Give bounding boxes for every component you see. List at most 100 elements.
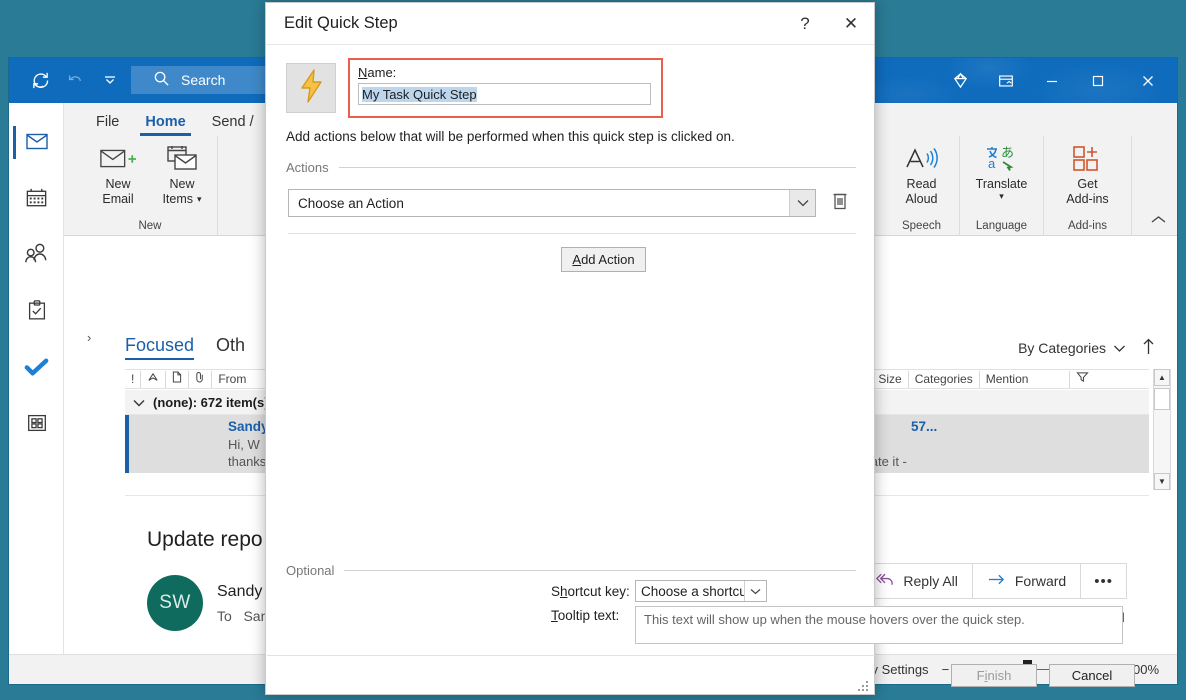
read-aloud-label-1: Read — [906, 177, 937, 191]
chevron-down-icon[interactable] — [133, 395, 145, 410]
dialog-titlebar: Edit Quick Step ? ✕ — [266, 3, 874, 45]
more-actions-icon: ••• — [1094, 572, 1113, 590]
section-rule — [338, 166, 856, 168]
ribbon-group-label-language: Language — [975, 220, 1028, 232]
window-controls — [937, 58, 1175, 103]
tooltip-text-label: Tooltip text: — [551, 608, 620, 623]
scroll-up-button[interactable]: ▲ — [1154, 369, 1170, 386]
ribbon-group-language: a あ Translate ▾ Language — [960, 136, 1044, 236]
quick-step-icon-box[interactable] — [286, 63, 336, 113]
cancel-button[interactable]: Cancel — [1049, 664, 1135, 687]
minimize-icon[interactable] — [1029, 58, 1075, 103]
tab-send-receive[interactable]: Send / — [199, 112, 267, 136]
column-importance[interactable]: ! — [125, 370, 142, 388]
trash-icon — [831, 191, 849, 216]
rail-item-calendar[interactable] — [9, 175, 64, 227]
reply-all-button[interactable]: Reply All — [860, 563, 973, 599]
tasks-icon — [25, 299, 49, 328]
mail-preview-line-1: Hi, W — [228, 437, 260, 452]
column-size[interactable]: Size — [872, 370, 909, 388]
scroll-down-button[interactable]: ▼ — [1154, 473, 1170, 490]
rail-item-more-apps[interactable] — [9, 399, 64, 451]
actions-section-header: Actions — [286, 159, 856, 175]
actions-section-label: Actions — [286, 159, 329, 175]
ribbon-display-icon[interactable] — [983, 58, 1029, 103]
maximize-icon[interactable] — [1075, 58, 1121, 103]
diamond-icon[interactable] — [937, 58, 983, 103]
chevron-down-icon[interactable] — [744, 581, 766, 601]
chevron-down-icon — [1113, 340, 1126, 356]
finish-button[interactable]: Fi nish — [951, 664, 1037, 687]
rail-item-mail[interactable] — [9, 117, 64, 169]
chevron-down-icon[interactable] — [789, 190, 815, 216]
name-input[interactable]: My Task Quick Step — [358, 83, 651, 105]
mail-from: Sandy — [228, 419, 269, 434]
ribbon-group-new: New Email New Items ▾ New — [83, 136, 218, 236]
tooltip-text-input[interactable]: This text will show up when the mouse ho… — [635, 606, 1123, 644]
tab-other[interactable]: Oth — [216, 335, 245, 360]
read-aloud-icon — [903, 141, 941, 177]
name-label: Name: — [358, 65, 397, 80]
column-mention[interactable]: Mention — [980, 370, 1070, 388]
column-attachment[interactable] — [189, 370, 213, 388]
chevron-down-icon[interactable]: ▾ — [999, 192, 1004, 201]
scroll-thumb[interactable] — [1154, 388, 1170, 410]
delete-action-button[interactable] — [826, 189, 854, 217]
email-to-prefix: To — [217, 608, 232, 624]
add-action-button[interactable]: Add Action — [561, 247, 646, 272]
tab-home[interactable]: Home — [132, 112, 198, 136]
list-scrollbar[interactable]: ▲ ▼ — [1153, 369, 1171, 490]
column-categories[interactable]: Categories — [909, 370, 980, 388]
get-addins-icon — [1071, 141, 1105, 177]
read-aloud-button[interactable]: Read Aloud — [891, 141, 953, 207]
new-items-button[interactable]: New Items ▾ — [151, 141, 213, 207]
tab-focused[interactable]: Focused — [125, 335, 195, 360]
shortcut-key-combobox[interactable]: Choose a shortcut — [635, 580, 767, 602]
forward-button[interactable]: Forward — [971, 563, 1082, 599]
zoom-out-button[interactable]: − — [942, 662, 950, 677]
new-items-label-1: New — [169, 177, 195, 191]
customize-qat-icon[interactable] — [95, 65, 125, 95]
navigation-rail — [9, 103, 64, 684]
new-email-button[interactable]: New Email — [87, 141, 149, 207]
send-receive-icon[interactable] — [25, 65, 55, 95]
forward-label: Forward — [1014, 573, 1067, 589]
calendar-icon — [24, 186, 49, 216]
shortcut-key-label: Shortcut key: — [551, 584, 630, 599]
translate-button[interactable]: a あ Translate ▾ — [971, 141, 1033, 201]
chevron-down-icon[interactable]: ▾ — [197, 195, 202, 204]
more-actions-button[interactable]: ••• — [1080, 563, 1127, 599]
search-placeholder: Search — [181, 72, 226, 88]
edit-quick-step-dialog: Edit Quick Step ? ✕ Name: My Task Quick … — [265, 2, 1135, 695]
tab-file[interactable]: File — [83, 112, 132, 136]
expand-folder-pane-icon[interactable]: › — [87, 330, 91, 345]
ribbon-group-addins: Get Add-ins Add-ins — [1044, 136, 1132, 236]
collapse-ribbon-icon[interactable] — [1150, 213, 1167, 231]
help-icon[interactable]: ? — [782, 3, 828, 45]
close-icon[interactable]: ✕ — [828, 3, 874, 45]
name-input-value: My Task Quick Step — [362, 86, 477, 102]
column-filter-icon[interactable] — [1070, 371, 1095, 388]
mail-preview-line-2: thanks — [228, 454, 267, 469]
rail-item-todo[interactable] — [9, 343, 64, 395]
column-flag[interactable] — [141, 370, 167, 388]
resize-grip[interactable] — [858, 679, 870, 691]
reply-all-icon — [875, 572, 894, 590]
search-icon — [153, 70, 170, 90]
sort-ascending-icon[interactable] — [1142, 338, 1155, 358]
get-addins-label-1: Get — [1077, 177, 1098, 191]
column-file[interactable] — [166, 370, 190, 388]
sort-by-button[interactable]: By Categories — [1018, 340, 1126, 356]
sort-bar: By Categories — [1018, 338, 1155, 358]
rail-item-people[interactable] — [9, 231, 64, 283]
close-icon[interactable] — [1121, 58, 1175, 103]
undo-icon[interactable] — [60, 65, 90, 95]
reading-pane-actions: Reply All Forward ••• — [860, 563, 1127, 599]
mail-count: 57... — [911, 419, 938, 434]
dialog-description: Add actions below that will be performed… — [286, 129, 735, 144]
get-addins-button[interactable]: Get Add-ins — [1057, 141, 1119, 207]
reply-all-label: Reply All — [903, 573, 958, 589]
choose-action-combobox[interactable]: Choose an Action — [288, 189, 816, 217]
rail-item-tasks[interactable] — [9, 287, 64, 339]
sort-by-label: By Categories — [1018, 340, 1106, 356]
